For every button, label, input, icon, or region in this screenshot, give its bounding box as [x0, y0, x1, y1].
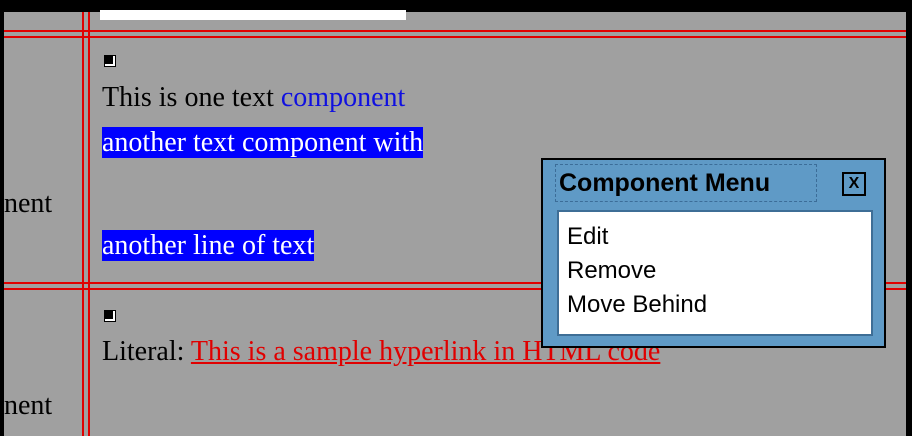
- menu-item-remove[interactable]: Remove: [559, 254, 871, 288]
- grid-line: [4, 30, 906, 32]
- selected-text: another line of text: [102, 230, 315, 261]
- row-label: nent: [4, 188, 53, 219]
- text-component-line[interactable]: This is one text component: [102, 81, 405, 115]
- selected-text-line[interactable]: another line of text: [102, 229, 315, 263]
- literal-label: Literal:: [102, 336, 191, 367]
- plain-text: This is one text: [102, 82, 281, 113]
- menu-item-edit[interactable]: Edit: [559, 220, 871, 254]
- menu-list: Edit Remove Move Behind: [557, 210, 873, 336]
- window-left-edge: [0, 0, 4, 436]
- component-handle-icon[interactable]: [104, 55, 116, 67]
- grid-line: [88, 12, 90, 436]
- grid-line: [82, 12, 84, 436]
- selected-text-line[interactable]: another text component with: [102, 126, 424, 160]
- selected-text: another text component with: [102, 127, 424, 158]
- window-right-edge: [906, 0, 912, 436]
- menu-title[interactable]: Component Menu: [555, 164, 817, 202]
- close-icon[interactable]: X: [842, 172, 866, 196]
- highlighted-word: component: [280, 82, 406, 113]
- row-label: nent: [4, 390, 53, 421]
- component-handle-icon[interactable]: [104, 310, 116, 322]
- text-field[interactable]: [100, 10, 406, 20]
- component-menu: Component Menu X Edit Remove Move Behind: [541, 158, 886, 348]
- menu-item-move-behind[interactable]: Move Behind: [559, 288, 871, 322]
- design-canvas: nent This is one text component another …: [0, 0, 912, 436]
- grid-line: [4, 36, 906, 38]
